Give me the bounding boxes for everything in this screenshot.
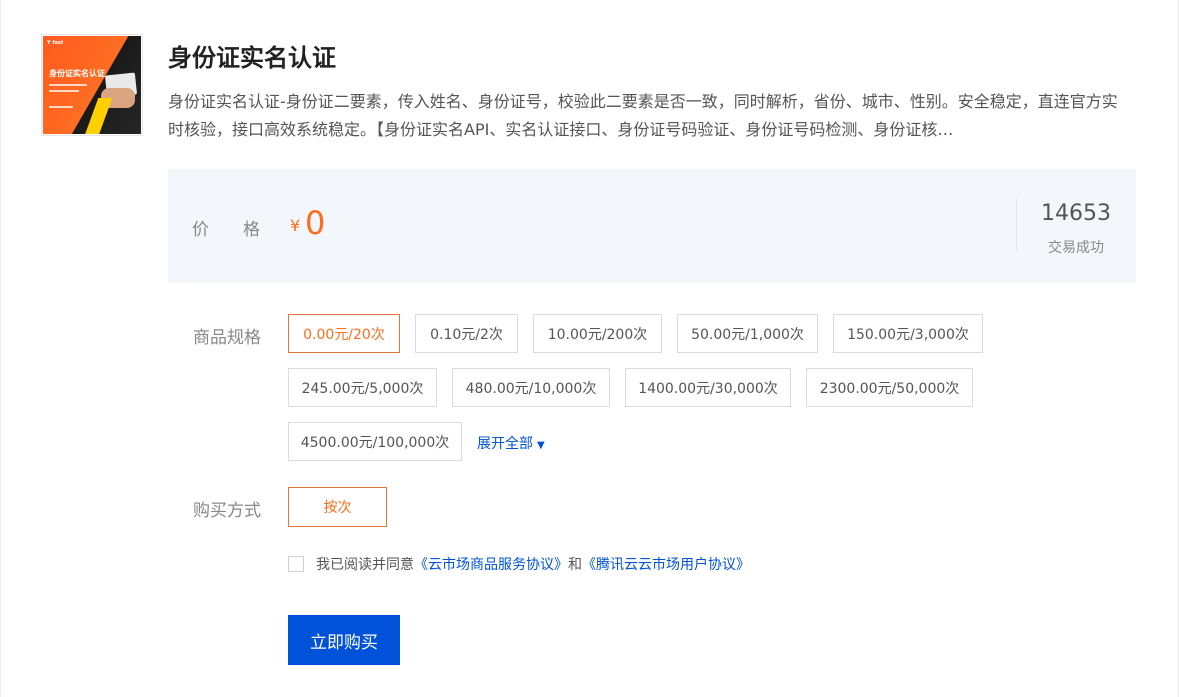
spec-option[interactable]: 4500.00元/100,000次 [288,422,462,461]
thumbnail-heading: 身份证实名认证 [49,69,105,78]
product-thumbnail[interactable]: Y fast 身份证实名认证 [41,34,143,136]
thumbnail-text-line [49,90,79,92]
thumbnail-logo: Y fast [47,40,64,46]
purchase-method-option[interactable]: 按次 [288,487,387,527]
spec-option[interactable]: 10.00元/200次 [533,314,662,353]
thumbnail-yellow-stripe [83,98,113,134]
spec-label: 商品规格 [193,328,261,348]
price-value: 0 [305,204,326,242]
spec-option[interactable]: 150.00元/3,000次 [833,314,983,353]
agreement-conjunction: 和 [568,557,582,573]
expand-all-label: 展开全部 [477,436,533,452]
price-currency: ¥ [290,216,301,235]
user-agreement-link[interactable]: 《腾讯云云市场用户协议》 [582,557,750,573]
product-description: 身份证实名认证-身份证二要素，传入姓名、身份证号，校验此二要素是否一致，同时解析… [168,92,1118,139]
expand-all-link[interactable]: 展开全部 ▼ [477,433,545,453]
spec-option[interactable]: 1400.00元/30,000次 [625,368,791,407]
service-agreement-link[interactable]: 《云市场商品服务协议》 [414,557,568,573]
thumbnail-image: Y fast 身份证实名认证 [43,36,141,134]
purchase-method-label: 购买方式 [193,501,261,521]
agreement-text: 我已阅读并同意《云市场商品服务协议》和《腾讯云云市场用户协议》 [316,554,750,574]
spec-option[interactable]: 2300.00元/50,000次 [806,368,973,407]
spec-option[interactable]: 50.00元/1,000次 [677,314,818,353]
price-panel: 价格 ¥ 0 14653 交易成功 [168,169,1136,283]
product-title: 身份证实名认证 [168,44,336,72]
agreement-checkbox[interactable] [288,556,304,572]
spec-option[interactable]: 245.00元/5,000次 [288,368,437,407]
thumbnail-text-line [49,106,73,108]
sales-label: 交易成功 [1048,240,1104,256]
price-label: 价格 [192,220,294,240]
thumbnail-text-line [49,84,87,86]
agreement-prefix: 我已阅读并同意 [316,557,414,573]
spec-option[interactable]: 0.00元/20次 [288,314,400,353]
price-divider [1016,199,1017,251]
spec-option[interactable]: 0.10元/2次 [415,314,518,353]
chevron-down-icon: ▼ [537,440,545,451]
sales-count: 14653 [1041,201,1111,226]
spec-option[interactable]: 480.00元/10,000次 [452,368,610,407]
left-frame-border [0,0,1,697]
buy-now-button[interactable]: 立即购买 [288,615,400,665]
